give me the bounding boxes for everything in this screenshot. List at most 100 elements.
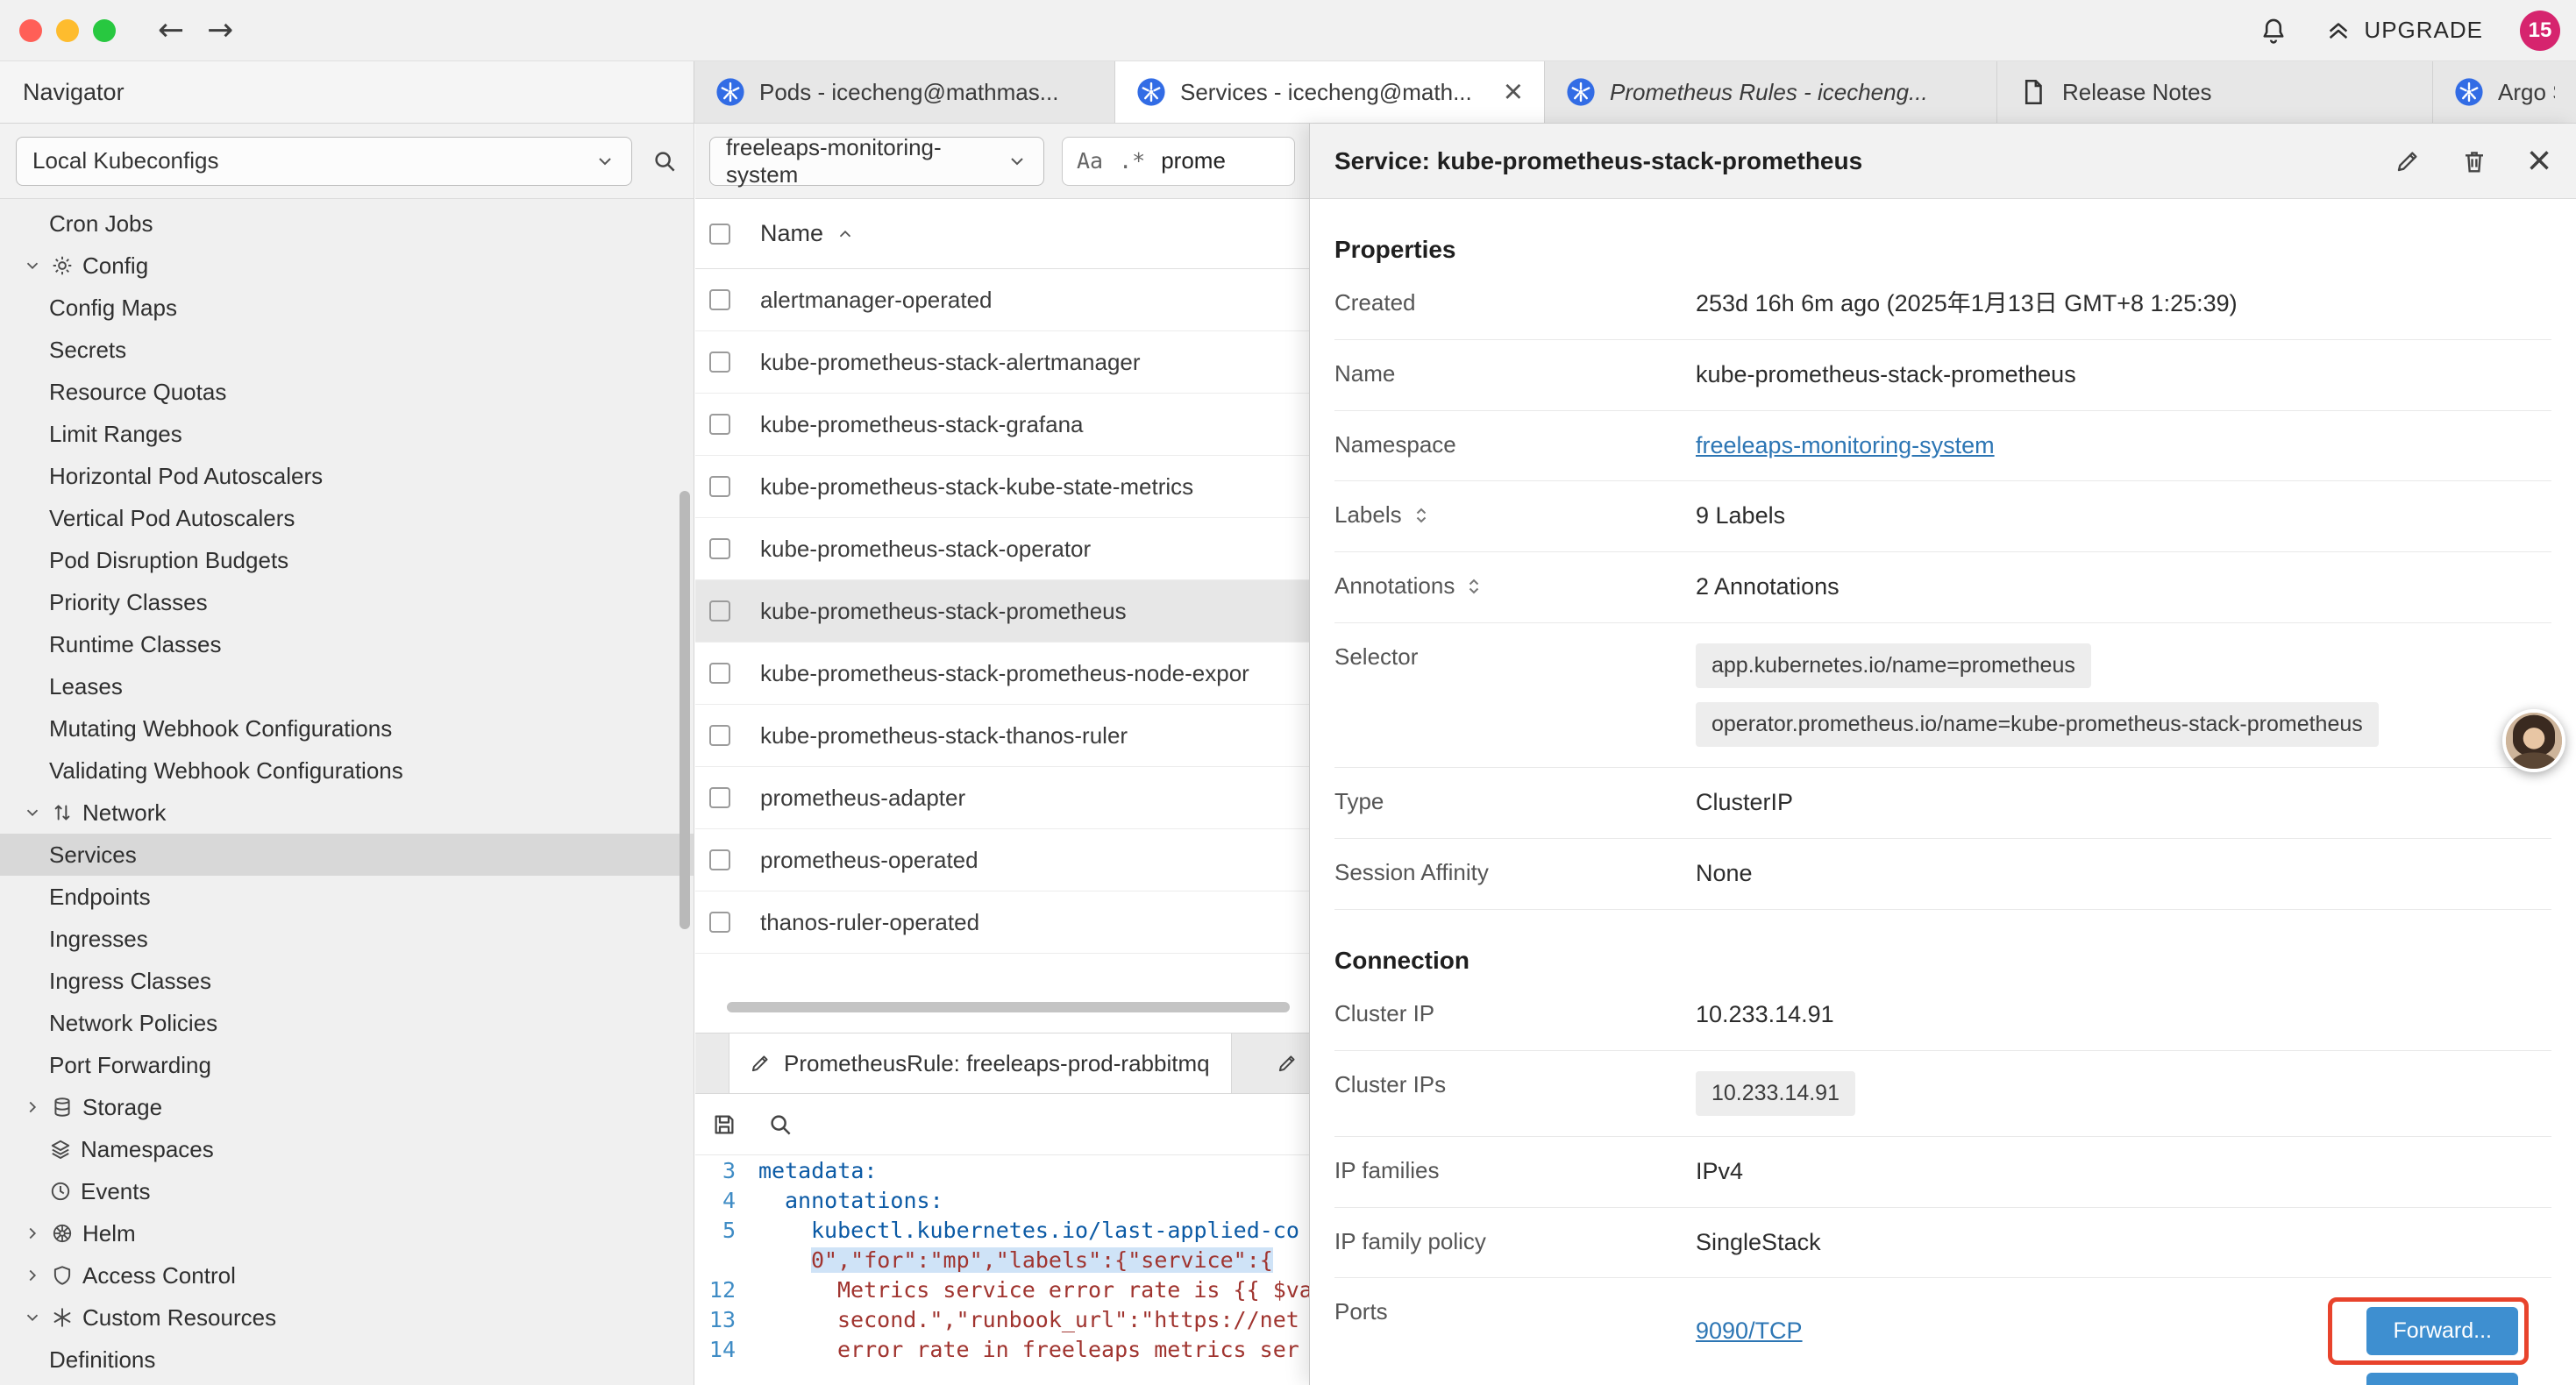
trash-icon[interactable] [2460, 147, 2488, 175]
port-link[interactable]: 9090/TCP [1696, 1317, 1803, 1346]
sidebar-item-ingresses[interactable]: Ingresses [0, 918, 694, 960]
sidebar-item-endpoints[interactable]: Endpoints [0, 876, 694, 918]
regex-toggle[interactable]: .* [1119, 148, 1145, 174]
sidebar-item-access-control[interactable]: Access Control [0, 1254, 694, 1296]
sidebar-item-port-forwarding[interactable]: Port Forwarding [0, 1044, 694, 1086]
table-row-prometheus-operated[interactable]: prometheus-operated [695, 829, 1309, 891]
sidebar-item-label: Port Forwarding [49, 1052, 211, 1079]
sidebar-item-namespaces[interactable]: Namespaces [0, 1128, 694, 1170]
scrollbar-thumb[interactable] [727, 1002, 1290, 1012]
kubeconfig-select[interactable]: Local Kubeconfigs [16, 137, 632, 186]
sidebar-item-mutating-webhook-configurations[interactable]: Mutating Webhook Configurations [0, 707, 694, 749]
sidebar-item-custom-resources[interactable]: Custom Resources [0, 1296, 694, 1339]
sidebar-item-validating-webhook-configurations[interactable]: Validating Webhook Configurations [0, 749, 694, 792]
edit-icon[interactable] [2394, 147, 2422, 175]
sidebar-item-storage[interactable]: Storage [0, 1086, 694, 1128]
row-checkbox[interactable] [709, 600, 730, 621]
row-checkbox[interactable] [709, 414, 730, 435]
upgrade-button[interactable]: UPGRADE [2325, 17, 2483, 44]
search-input[interactable] [1161, 147, 1280, 174]
search-icon[interactable] [651, 148, 678, 174]
table-row-kube-prometheus-stack-prometheus-node-expor[interactable]: kube-prometheus-stack-prometheus-node-ex… [695, 643, 1309, 705]
sidebar-item-definitions[interactable]: Definitions [0, 1339, 694, 1381]
sidebar-scrollbar[interactable] [680, 491, 690, 929]
sidebar-item-config[interactable]: Config [0, 245, 694, 287]
sidebar-item-secrets[interactable]: Secrets [0, 329, 694, 371]
minimize-window-button[interactable] [56, 19, 79, 42]
forward-button[interactable]: Forward... [2366, 1373, 2518, 1385]
table-row-alertmanager-operated[interactable]: alertmanager-operated [695, 269, 1309, 331]
sidebar-item-network-policies[interactable]: Network Policies [0, 1002, 694, 1044]
row-checkbox[interactable] [709, 352, 730, 373]
back-arrow-icon[interactable]: ← [158, 15, 184, 46]
namespace-select[interactable]: freeleaps-monitoring-system [709, 137, 1044, 186]
sidebar-item-limit-ranges[interactable]: Limit Ranges [0, 413, 694, 455]
line-number: 14 [695, 1337, 751, 1362]
select-all-checkbox[interactable] [709, 224, 730, 245]
service-name: kube-prometheus-stack-operator [760, 536, 1091, 563]
row-checkbox[interactable] [709, 912, 730, 933]
table-row-thanos-ruler-operated[interactable]: thanos-ruler-operated [695, 891, 1309, 954]
sidebar-item-ingress-classes[interactable]: Ingress Classes [0, 960, 694, 1002]
tab-pods-icecheng-mathmas[interactable]: Pods - icecheng@mathmas... [694, 61, 1115, 123]
row-checkbox[interactable] [709, 663, 730, 684]
table-row-kube-prometheus-stack-grafana[interactable]: kube-prometheus-stack-grafana [695, 394, 1309, 456]
tab-release-notes[interactable]: Release Notes [1997, 61, 2433, 123]
yaml-editor[interactable]: 3metadata:4annotations:5kubectl.kubernet… [695, 1155, 1309, 1385]
row-checkbox[interactable] [709, 849, 730, 870]
zoom-window-button[interactable] [93, 19, 116, 42]
sort-updown-icon[interactable] [1411, 505, 1432, 526]
sidebar-item-label: Resource Quotas [49, 379, 226, 406]
sidebar-item-vertical-pod-autoscalers[interactable]: Vertical Pod Autoscalers [0, 497, 694, 539]
notification-badge[interactable]: 15 [2520, 11, 2560, 51]
forward-button[interactable]: Forward... [2366, 1307, 2518, 1355]
dock-tab-prometheusrule[interactable]: PrometheusRule: freeleaps-prod-rabbitmq [729, 1033, 1232, 1093]
table-row-kube-prometheus-stack-operator[interactable]: kube-prometheus-stack-operator [695, 518, 1309, 580]
row-checkbox[interactable] [709, 289, 730, 310]
detail-label-text: Created [1334, 289, 1416, 316]
tab-prometheus-rules-icecheng[interactable]: Prometheus Rules - icecheng... [1545, 61, 1997, 123]
sidebar-item-horizontal-pod-autoscalers[interactable]: Horizontal Pod Autoscalers [0, 455, 694, 497]
table-row-prometheus-adapter[interactable]: prometheus-adapter [695, 767, 1309, 829]
sidebar-item-network[interactable]: Network [0, 792, 694, 834]
sidebar-item-config-maps[interactable]: Config Maps [0, 287, 694, 329]
row-checkbox[interactable] [709, 787, 730, 808]
close-tab-icon[interactable]: × [1504, 75, 1523, 109]
search-field[interactable]: Aa .* [1062, 137, 1295, 186]
sidebar-item-services[interactable]: Services [0, 834, 694, 876]
sidebar-item-priority-classes[interactable]: Priority Classes [0, 581, 694, 623]
detail-label-text: IP family policy [1334, 1228, 1486, 1255]
sidebar-item-runtime-classes[interactable]: Runtime Classes [0, 623, 694, 665]
sort-asc-icon[interactable] [836, 224, 855, 244]
avatar[interactable] [2502, 709, 2565, 772]
sidebar-item-pod-disruption-budgets[interactable]: Pod Disruption Budgets [0, 539, 694, 581]
row-checkbox[interactable] [709, 476, 730, 497]
sidebar-item-leases[interactable]: Leases [0, 665, 694, 707]
editor-search-icon[interactable] [767, 1112, 793, 1138]
tab-argo-s[interactable]: Argo S [2433, 61, 2576, 123]
forward-arrow-icon[interactable]: → [207, 15, 233, 46]
tab-services-icecheng-math[interactable]: Services - icecheng@math...× [1115, 61, 1545, 123]
table-row-kube-prometheus-stack-thanos-ruler[interactable]: kube-prometheus-stack-thanos-ruler [695, 705, 1309, 767]
sidebar-item-cron-jobs[interactable]: Cron Jobs [0, 202, 694, 245]
row-checkbox[interactable] [709, 725, 730, 746]
sidebar-item-resource-quotas[interactable]: Resource Quotas [0, 371, 694, 413]
sidebar-item-helm[interactable]: Helm [0, 1212, 694, 1254]
table-row-kube-prometheus-stack-alertmanager[interactable]: kube-prometheus-stack-alertmanager [695, 331, 1309, 394]
sort-updown-icon[interactable] [1463, 576, 1484, 597]
close-window-button[interactable] [19, 19, 42, 42]
save-icon[interactable] [711, 1112, 737, 1138]
bell-icon[interactable] [2259, 16, 2288, 46]
row-checkbox[interactable] [709, 538, 730, 559]
table-row-kube-prometheus-stack-prometheus[interactable]: kube-prometheus-stack-prometheus [695, 580, 1309, 643]
name-column-header[interactable]: Name [760, 220, 823, 247]
match-case-toggle[interactable]: Aa [1077, 148, 1103, 174]
dock-tab-partial[interactable] [1256, 1033, 1309, 1093]
value-badge: operator.prometheus.io/name=kube-prometh… [1696, 702, 2379, 747]
table-row-kube-prometheus-stack-kube-state-metrics[interactable]: kube-prometheus-stack-kube-state-metrics [695, 456, 1309, 518]
horizontal-scrollbar[interactable] [695, 1002, 1309, 1014]
sidebar-item-events[interactable]: Events [0, 1170, 694, 1212]
namespace-link[interactable]: freeleaps-monitoring-system [1696, 432, 1995, 458]
close-icon[interactable]: × [2527, 140, 2551, 182]
scrollbar-thumb[interactable] [680, 491, 690, 929]
